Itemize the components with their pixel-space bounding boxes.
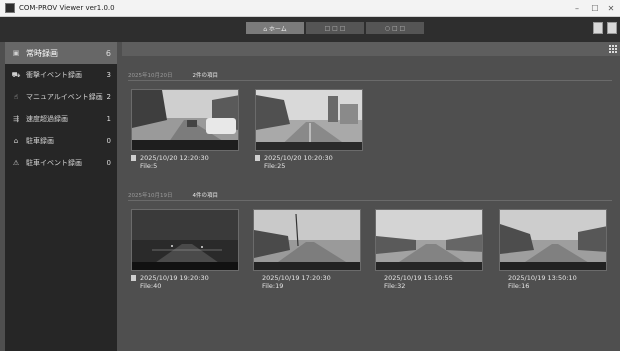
video-caption: 2025/10/19 13:50:10 File:16 <box>499 274 607 290</box>
camera-icon: ▣ <box>12 49 20 57</box>
video-datetime: 2025/10/19 17:20:30 <box>262 274 331 282</box>
group-count: 2件の項目 <box>192 72 219 79</box>
video-card[interactable]: 2025/10/19 15:10:55 File:32 <box>375 209 483 290</box>
video-thumbnail[interactable] <box>253 209 361 271</box>
tab-bar: ⌂ ホーム □ □ □ ○ □ □ <box>246 22 426 34</box>
top-navigation: ⌂ ホーム □ □ □ ○ □ □ <box>0 17 620 42</box>
sidebar-item-label: 常時録画 <box>26 48 58 58</box>
video-file-icon <box>131 155 136 161</box>
video-file-icon <box>131 275 136 281</box>
title-bar: COM-PROV Viewer ver1.0.0 – ☐ ✕ <box>0 0 620 17</box>
video-card[interactable]: 2025/10/20 10:20:30 File:25 <box>255 89 363 170</box>
video-caption: 2025/10/19 17:20:30 File:19 <box>253 274 361 290</box>
sidebar-item-manual[interactable]: ☝ マニュアルイベント録画 2 <box>5 86 117 108</box>
video-file-number: File:32 <box>384 282 406 290</box>
video-file-number: File:16 <box>508 282 530 290</box>
video-file-icon <box>255 155 260 161</box>
video-thumbnail[interactable] <box>131 89 239 151</box>
window-title: COM-PROV Viewer ver1.0.0 <box>19 4 115 12</box>
video-file-number: File:25 <box>264 162 286 170</box>
sidebar-item-parking[interactable]: ⌂ 駐車録画 0 <box>5 130 117 152</box>
main-content: 2025年10月20日 2件の項目 2025/10/20 12:20:30 Fi… <box>122 42 620 351</box>
top-icons <box>593 22 617 34</box>
content-header <box>122 42 620 56</box>
parking-event-icon: ⚠ <box>12 159 20 167</box>
sidebar-item-count: 1 <box>106 115 111 123</box>
tab-second[interactable]: □ □ □ <box>306 22 364 34</box>
maximize-button[interactable]: ☐ <box>588 2 602 14</box>
grid-view-icon[interactable] <box>609 45 617 53</box>
sidebar-item-parking-event[interactable]: ⚠ 駐車イベント録画 0 <box>5 152 117 174</box>
car-speed-icon: ⇶ <box>13 115 19 123</box>
group-date: 2025年10月20日 <box>128 72 173 79</box>
sidebar-item-count: 0 <box>106 159 111 167</box>
minimize-button[interactable]: – <box>570 2 584 14</box>
video-datetime: 2025/10/19 19:20:30 <box>140 274 209 282</box>
video-caption: 2025/10/20 12:20:30 File:5 <box>131 154 239 170</box>
folder-icon[interactable] <box>593 22 603 34</box>
sidebar-item-label: 駐車イベント録画 <box>26 159 82 167</box>
sidebar-item-speeding[interactable]: ⇶ 速度超過録画 1 <box>5 108 117 130</box>
tab-third[interactable]: ○ □ □ <box>366 22 424 34</box>
group-date: 2025年10月19日 <box>128 192 173 199</box>
video-card[interactable]: 2025/10/19 19:20:30 File:40 <box>131 209 239 290</box>
video-caption: 2025/10/20 10:20:30 File:25 <box>255 154 363 170</box>
video-caption: 2025/10/19 15:10:55 File:32 <box>375 274 483 290</box>
parking-car-icon: ⌂ <box>13 137 19 145</box>
video-file-number: File:5 <box>140 162 158 170</box>
group-header: 2025年10月19日 4件の項目 <box>128 189 612 201</box>
video-datetime: 2025/10/19 15:10:55 <box>384 274 453 282</box>
car-crash-icon: ⛟ <box>11 70 21 79</box>
tab-home[interactable]: ⌂ ホーム <box>246 22 304 34</box>
video-thumbnail[interactable] <box>255 89 363 151</box>
video-caption: 2025/10/19 19:20:30 File:40 <box>131 274 239 290</box>
sidebar-item-continuous[interactable]: ▣ 常時録画 6 <box>5 42 117 64</box>
video-file-number: File:40 <box>140 282 162 290</box>
video-card[interactable]: 2025/10/20 12:20:30 File:5 <box>131 89 239 170</box>
app-window: COM-PROV Viewer ver1.0.0 – ☐ ✕ ⌂ ホーム □ □… <box>0 0 620 351</box>
sidebar-item-label: 速度超過録画 <box>26 115 68 123</box>
video-datetime: 2025/10/19 13:50:10 <box>508 274 577 282</box>
sidebar-item-label: 衝撃イベント録画 <box>26 71 82 79</box>
close-button[interactable]: ✕ <box>604 2 618 14</box>
video-datetime: 2025/10/20 12:20:30 <box>140 154 209 162</box>
hand-icon: ☝ <box>13 93 19 101</box>
video-file-number: File:19 <box>262 282 284 290</box>
video-card[interactable]: 2025/10/19 17:20:30 File:19 <box>253 209 361 290</box>
group-header: 2025年10月20日 2件の項目 <box>128 69 612 81</box>
sidebar-item-count: 3 <box>106 71 111 79</box>
sidebar-item-label: マニュアルイベント録画 <box>26 93 103 101</box>
sidebar-item-impact[interactable]: ⛟ 衝撃イベント録画 3 <box>5 64 117 86</box>
sidebar-item-count: 0 <box>106 137 111 145</box>
video-card[interactable]: 2025/10/19 13:50:10 File:16 <box>499 209 607 290</box>
group-count: 4件の項目 <box>192 192 219 199</box>
sidebar-item-count: 2 <box>106 93 111 101</box>
sidebar-item-count: 6 <box>105 48 111 58</box>
video-thumbnail[interactable] <box>375 209 483 271</box>
app-icon <box>5 3 15 13</box>
settings-icon[interactable] <box>607 22 617 34</box>
video-thumbnail[interactable] <box>499 209 607 271</box>
video-datetime: 2025/10/20 10:20:30 <box>264 154 333 162</box>
video-thumbnail[interactable] <box>131 209 239 271</box>
sidebar-item-label: 駐車録画 <box>26 137 54 145</box>
sidebar: ▣ 常時録画 6 ⛟ 衝撃イベント録画 3 ☝ マニュアルイベント録画 2 ⇶ … <box>5 42 117 351</box>
